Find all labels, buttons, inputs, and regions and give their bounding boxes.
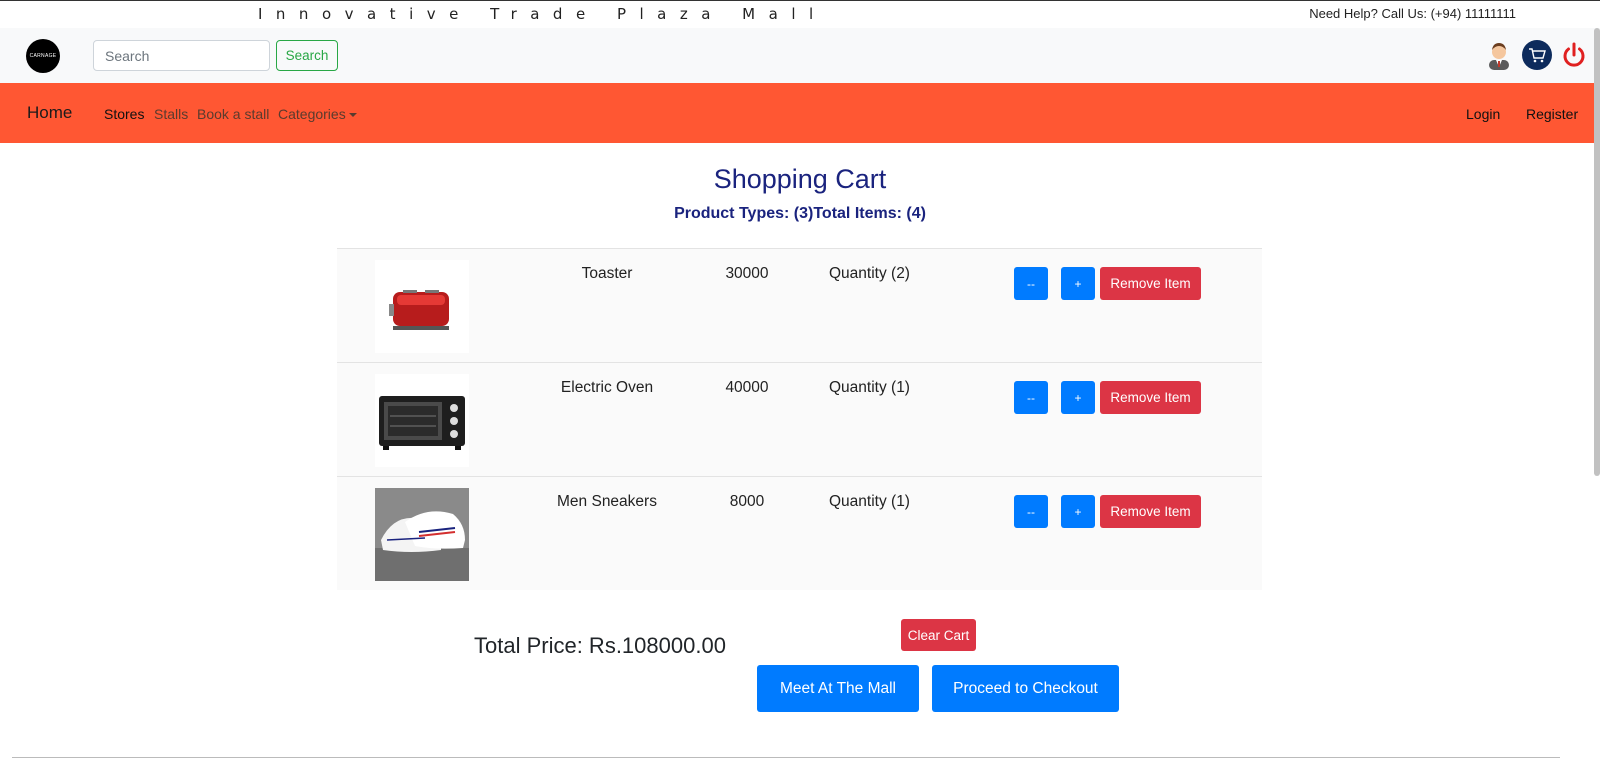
product-name: Electric Oven xyxy=(560,379,654,396)
increase-quantity-button[interactable]: + xyxy=(1061,495,1095,528)
decrease-quantity-button[interactable]: -- xyxy=(1014,381,1048,414)
cart-title: Shopping Cart xyxy=(713,164,887,194)
nav-link-login[interactable]: Login xyxy=(1466,106,1500,122)
search-input[interactable] xyxy=(93,40,270,71)
nav-brand-home[interactable]: Home xyxy=(27,103,72,123)
nav-dropdown-categories[interactable]: Categories xyxy=(278,106,357,122)
cart-icon[interactable] xyxy=(1522,40,1552,70)
cart-row: Toaster 30000 Quantity (2) -- + Remove I… xyxy=(337,248,1262,362)
product-name: Men Sneakers xyxy=(557,493,657,510)
increase-quantity-button[interactable]: + xyxy=(1061,381,1095,414)
nav-link-register[interactable]: Register xyxy=(1526,106,1578,122)
product-price: 8000 xyxy=(729,493,765,510)
product-quantity: Quantity (2) xyxy=(829,265,910,282)
cart-row: Electric Oven 40000 Quantity (1) -- + Re… xyxy=(337,362,1262,476)
user-icon[interactable] xyxy=(1485,40,1513,70)
power-icon[interactable] xyxy=(1560,40,1588,70)
page-scrollbar[interactable] xyxy=(1594,28,1600,476)
mall-title: Innovative Trade Plaza Mall xyxy=(258,5,827,23)
cart-summary: Product Types: (3)Total Items: (4) xyxy=(674,205,926,222)
meet-at-mall-button[interactable]: Meet At The Mall xyxy=(757,665,919,712)
product-image-sneakers xyxy=(375,488,469,581)
page: Innovative Trade Plaza Mall Need Help? C… xyxy=(0,0,1600,759)
product-price: 40000 xyxy=(725,379,769,396)
help-contact-text: Need Help? Call Us: (+94) 11111111 xyxy=(1309,6,1516,21)
site-logo[interactable]: CARNAGE xyxy=(26,39,60,73)
total-price: Total Price: Rs.108000.00 xyxy=(474,633,726,658)
top-strip: Innovative Trade Plaza Mall Need Help? C… xyxy=(0,0,1600,28)
nav-dropdown-categories-label: Categories xyxy=(278,106,346,122)
search-button[interactable]: Search xyxy=(276,40,338,71)
search-bar: CARNAGE Search xyxy=(0,28,1600,83)
product-image-oven xyxy=(375,374,469,467)
cart-row: Men Sneakers 8000 Quantity (1) -- + Remo… xyxy=(337,476,1262,590)
increase-quantity-button[interactable]: + xyxy=(1061,267,1095,300)
proceed-to-checkout-button[interactable]: Proceed to Checkout xyxy=(932,665,1119,712)
caret-down-icon xyxy=(348,113,357,118)
clear-cart-button[interactable]: Clear Cart xyxy=(901,619,976,651)
decrease-quantity-button[interactable]: -- xyxy=(1014,495,1048,528)
product-quantity: Quantity (1) xyxy=(829,379,910,396)
nav-link-stalls[interactable]: Stalls xyxy=(154,106,188,122)
remove-item-button[interactable]: Remove Item xyxy=(1100,267,1201,300)
product-name: Toaster xyxy=(581,265,633,282)
remove-item-button[interactable]: Remove Item xyxy=(1100,495,1201,528)
nav-link-stores[interactable]: Stores xyxy=(104,106,144,122)
remove-item-button[interactable]: Remove Item xyxy=(1100,381,1201,414)
product-price: 30000 xyxy=(725,265,769,282)
product-image-toaster xyxy=(375,260,469,353)
product-quantity: Quantity (1) xyxy=(829,493,910,510)
footer-divider xyxy=(12,757,1560,758)
main-navbar: Home Stores Stalls Book a stall Categori… xyxy=(0,83,1600,143)
decrease-quantity-button[interactable]: -- xyxy=(1014,267,1048,300)
cart-table: Toaster 30000 Quantity (2) -- + Remove I… xyxy=(337,248,1262,590)
nav-link-book-a-stall[interactable]: Book a stall xyxy=(197,106,269,122)
